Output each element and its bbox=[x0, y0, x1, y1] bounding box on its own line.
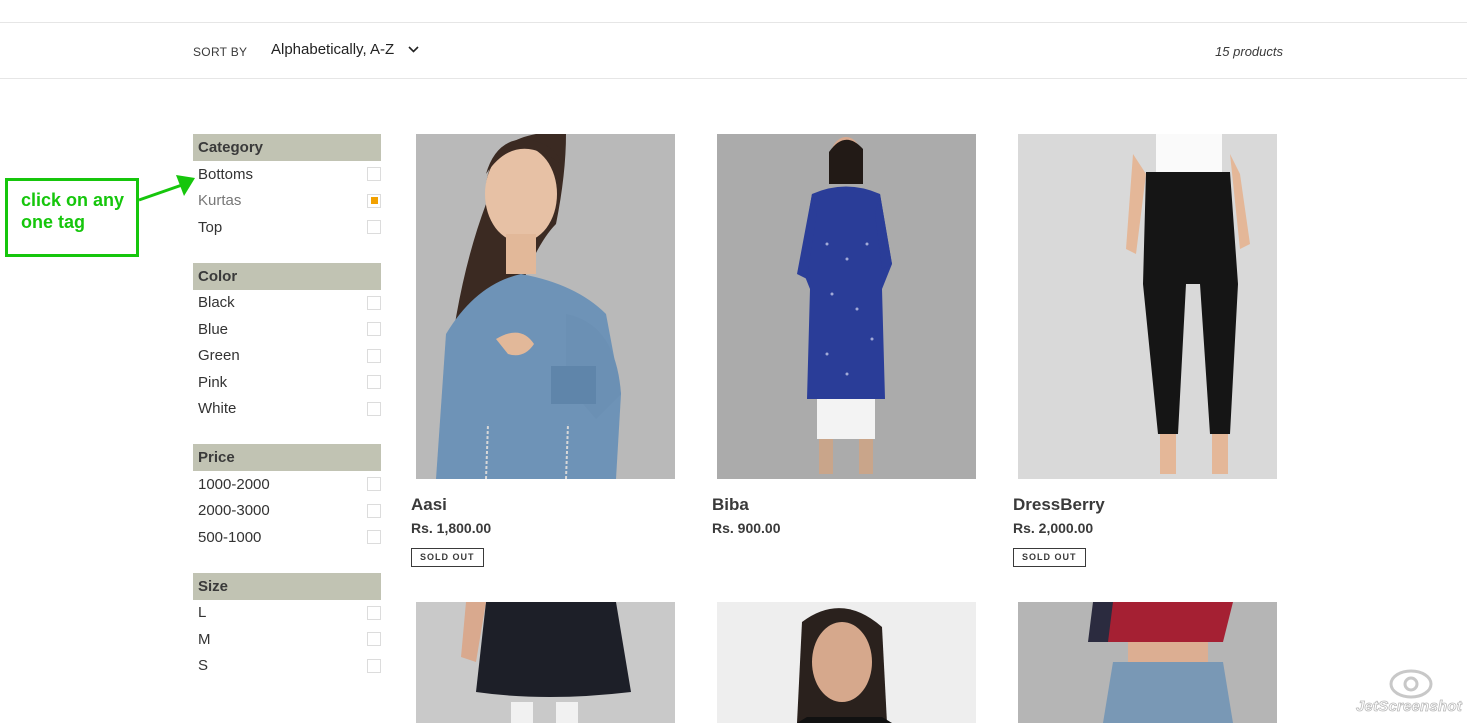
filter-group-category: Category Bottoms Kurtas Top bbox=[193, 134, 381, 241]
filter-checkbox[interactable] bbox=[367, 477, 381, 492]
filter-checkbox[interactable] bbox=[367, 658, 381, 673]
product-price: Rs. 1,800.00 bbox=[411, 520, 492, 536]
filter-item-green[interactable]: Green bbox=[193, 343, 381, 370]
filter-item-top[interactable]: Top bbox=[193, 214, 381, 241]
sold-out-badge: SOLD OUT bbox=[1013, 548, 1086, 567]
filter-item-1000-2000[interactable]: 1000-2000 bbox=[193, 471, 381, 498]
filter-group-color: Color Black Blue Green Pink White bbox=[193, 262, 381, 423]
filter-item-label: 2000-3000 bbox=[198, 502, 270, 520]
sort-toolbar: SORT BY Alphabetically, A-Z 15 products bbox=[0, 23, 1467, 79]
chevron-down-icon bbox=[408, 46, 419, 53]
product-name[interactable]: DressBerry bbox=[1013, 495, 1105, 515]
arrow-icon bbox=[138, 175, 195, 202]
product-count: 15 products bbox=[1215, 44, 1283, 59]
filter-sidebar: Category Bottoms Kurtas Top Color Black … bbox=[193, 134, 381, 701]
filter-item-label: Pink bbox=[198, 373, 228, 391]
filter-item-label: Top bbox=[198, 218, 223, 236]
filter-item-2000-3000[interactable]: 2000-3000 bbox=[193, 498, 381, 525]
filter-checkbox[interactable] bbox=[367, 375, 381, 390]
watermark-text: JetScreenshot bbox=[1356, 698, 1463, 716]
filter-item-label: Blue bbox=[198, 320, 229, 338]
filter-checkbox-checked[interactable] bbox=[367, 193, 381, 208]
filter-item-label: White bbox=[198, 400, 237, 418]
product-image[interactable] bbox=[1018, 602, 1277, 723]
filter-item-m[interactable]: M bbox=[193, 626, 381, 653]
sold-out-badge: SOLD OUT bbox=[411, 548, 484, 567]
filter-group-size: Size L M S bbox=[193, 572, 381, 680]
filter-checkbox[interactable] bbox=[367, 632, 381, 647]
watermark-logo: JetScreenshot bbox=[1356, 668, 1466, 720]
filter-item-label: M bbox=[198, 630, 211, 648]
product-image[interactable] bbox=[416, 134, 675, 479]
annotation-callout: click on any one tag bbox=[5, 178, 139, 257]
filter-item-label: Black bbox=[198, 294, 235, 312]
filter-item-label: 1000-2000 bbox=[198, 475, 270, 493]
filter-checkbox[interactable] bbox=[367, 322, 381, 337]
filter-heading: Price bbox=[193, 444, 381, 471]
product-price: Rs. 2,000.00 bbox=[1013, 520, 1094, 536]
filter-item-bottoms[interactable]: Bottoms bbox=[193, 161, 381, 188]
annotation-line-1: click on any bbox=[21, 190, 125, 210]
filter-item-label: Bottoms bbox=[198, 165, 254, 183]
filter-checkbox[interactable] bbox=[367, 167, 381, 182]
product-image[interactable] bbox=[717, 134, 976, 479]
filter-heading: Category bbox=[193, 134, 381, 161]
filter-item-blue[interactable]: Blue bbox=[193, 316, 381, 343]
sort-select-value: Alphabetically, A-Z bbox=[271, 41, 395, 58]
product-name[interactable]: Biba bbox=[712, 495, 749, 515]
annotation-line-2: one tag bbox=[21, 212, 86, 232]
product-price: Rs. 900.00 bbox=[712, 520, 781, 536]
filter-item-black[interactable]: Black bbox=[193, 290, 381, 317]
filter-item-white[interactable]: White bbox=[193, 396, 381, 423]
filter-heading: Size bbox=[193, 572, 381, 600]
filter-item-label: S bbox=[198, 657, 209, 675]
filter-item-pink[interactable]: Pink bbox=[193, 369, 381, 396]
filter-item-kurtas[interactable]: Kurtas bbox=[193, 188, 381, 215]
filter-checkbox[interactable] bbox=[367, 503, 381, 518]
filter-checkbox[interactable] bbox=[367, 530, 381, 545]
filter-item-l[interactable]: L bbox=[193, 600, 381, 627]
product-name[interactable]: Aasi bbox=[411, 495, 447, 515]
product-image[interactable] bbox=[416, 602, 675, 723]
filter-item-label: Kurtas bbox=[198, 192, 242, 210]
filter-checkbox[interactable] bbox=[367, 295, 381, 310]
product-image[interactable] bbox=[717, 602, 976, 723]
filter-checkbox[interactable] bbox=[367, 220, 381, 235]
filter-group-price: Price 1000-2000 2000-3000 500-1000 bbox=[193, 444, 381, 551]
filter-heading: Color bbox=[193, 262, 381, 290]
filter-item-s[interactable]: S bbox=[193, 653, 381, 680]
filter-item-label: L bbox=[198, 604, 207, 622]
sort-select[interactable]: Alphabetically, A-Z bbox=[271, 41, 419, 58]
filter-checkbox[interactable] bbox=[367, 605, 381, 620]
filter-item-label: Green bbox=[198, 347, 240, 365]
camera-icon bbox=[1389, 669, 1433, 699]
sort-by-label: SORT BY bbox=[193, 45, 248, 59]
filter-item-500-1000[interactable]: 500-1000 bbox=[193, 524, 381, 551]
filter-checkbox[interactable] bbox=[367, 401, 381, 416]
product-image[interactable] bbox=[1018, 134, 1277, 479]
filter-checkbox[interactable] bbox=[367, 348, 381, 363]
filter-item-label: 500-1000 bbox=[198, 528, 262, 546]
